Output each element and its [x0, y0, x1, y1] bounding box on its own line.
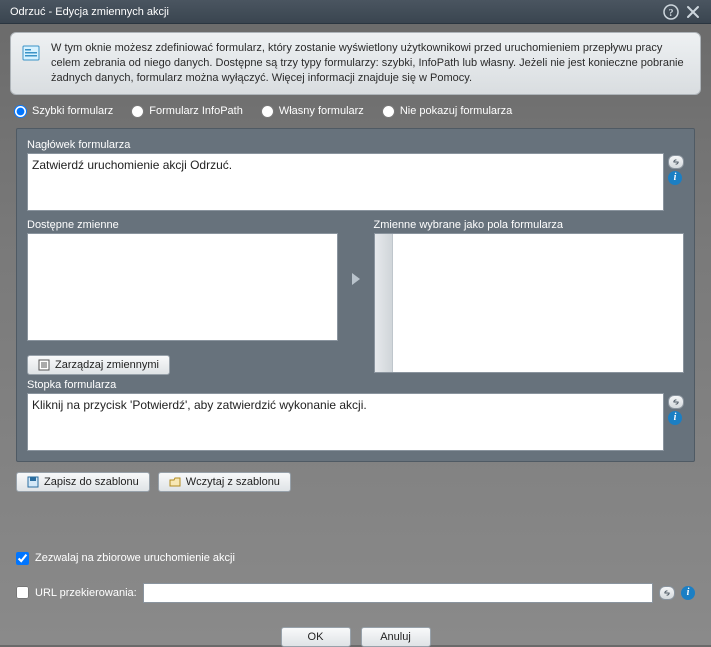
form-header-textarea[interactable]	[27, 153, 664, 211]
radio-no-form[interactable]: Nie pokazuj formularza	[382, 105, 513, 118]
radio-quick-form[interactable]: Szybki formularz	[14, 105, 113, 118]
redirect-url-checkbox[interactable]	[16, 586, 29, 599]
footer-help-icon[interactable]: i	[668, 411, 682, 425]
move-right-button[interactable]	[348, 271, 364, 290]
window-title: Odrzuć - Edycja zmiennych akcji	[10, 6, 169, 18]
save-template-button[interactable]: Zapisz do szablonu	[16, 472, 150, 492]
load-template-label: Wczytaj z szablonu	[186, 476, 280, 488]
cancel-button[interactable]: Anuluj	[361, 627, 431, 647]
radio-none-label: Nie pokazuj formularza	[400, 105, 513, 117]
radio-infopath-form[interactable]: Formularz InfoPath	[131, 105, 243, 118]
quick-form-panel: Nagłówek formularza i Dostępne zmienne Z…	[16, 128, 695, 462]
header-help-icon[interactable]: i	[668, 171, 682, 185]
radio-infopath-label: Formularz InfoPath	[149, 105, 243, 117]
allow-bulk-label[interactable]: Zezwalaj na zbiorowe uruchomienie akcji	[35, 552, 235, 564]
header-label: Nagłówek formularza	[27, 139, 684, 151]
form-type-radio-group: Szybki formularz Formularz InfoPath Włas…	[0, 103, 711, 128]
cancel-label: Anuluj	[380, 631, 411, 643]
available-vars-listbox[interactable]	[27, 233, 338, 341]
footer-link-icon[interactable]	[668, 395, 684, 409]
save-template-label: Zapisz do szablonu	[44, 476, 139, 488]
help-icon[interactable]: ?	[663, 4, 679, 20]
redirect-url-input[interactable]	[143, 583, 653, 603]
radio-quick-input[interactable]	[14, 105, 27, 118]
selected-vars-gutter	[375, 234, 393, 372]
titlebar-controls: ?	[663, 4, 701, 20]
selected-vars-label: Zmienne wybrane jako pola formularza	[374, 219, 685, 231]
radio-none-input[interactable]	[382, 105, 395, 118]
redirect-url-label[interactable]: URL przekierowania:	[35, 587, 137, 599]
form-footer-textarea[interactable]	[27, 393, 664, 451]
allow-bulk-checkbox[interactable]	[16, 552, 29, 565]
info-text: W tym oknie możesz zdefiniować formularz…	[51, 41, 690, 86]
radio-custom-label: Własny formularz	[279, 105, 364, 117]
redirect-url-help-icon[interactable]: i	[681, 586, 695, 600]
radio-custom-input[interactable]	[261, 105, 274, 118]
ok-button[interactable]: OK	[281, 627, 351, 647]
info-banner: W tym oknie możesz zdefiniować formularz…	[10, 32, 701, 95]
svg-text:?: ?	[669, 8, 674, 19]
titlebar: Odrzuć - Edycja zmiennych akcji ?	[0, 0, 711, 24]
selected-vars-listbox[interactable]	[374, 233, 685, 373]
ok-label: OK	[308, 631, 324, 643]
radio-custom-form[interactable]: Własny formularz	[261, 105, 364, 118]
available-vars-label: Dostępne zmienne	[27, 219, 338, 231]
manage-variables-label: Zarządzaj zmiennymi	[55, 359, 159, 371]
radio-infopath-input[interactable]	[131, 105, 144, 118]
radio-quick-label: Szybki formularz	[32, 105, 113, 117]
footer-label: Stopka formularza	[27, 379, 684, 391]
redirect-url-link-icon[interactable]	[659, 586, 675, 600]
manage-variables-button[interactable]: Zarządzaj zmiennymi	[27, 355, 170, 375]
load-template-button[interactable]: Wczytaj z szablonu	[158, 472, 291, 492]
close-icon[interactable]	[685, 4, 701, 20]
header-link-icon[interactable]	[668, 155, 684, 169]
form-info-icon	[21, 43, 41, 63]
